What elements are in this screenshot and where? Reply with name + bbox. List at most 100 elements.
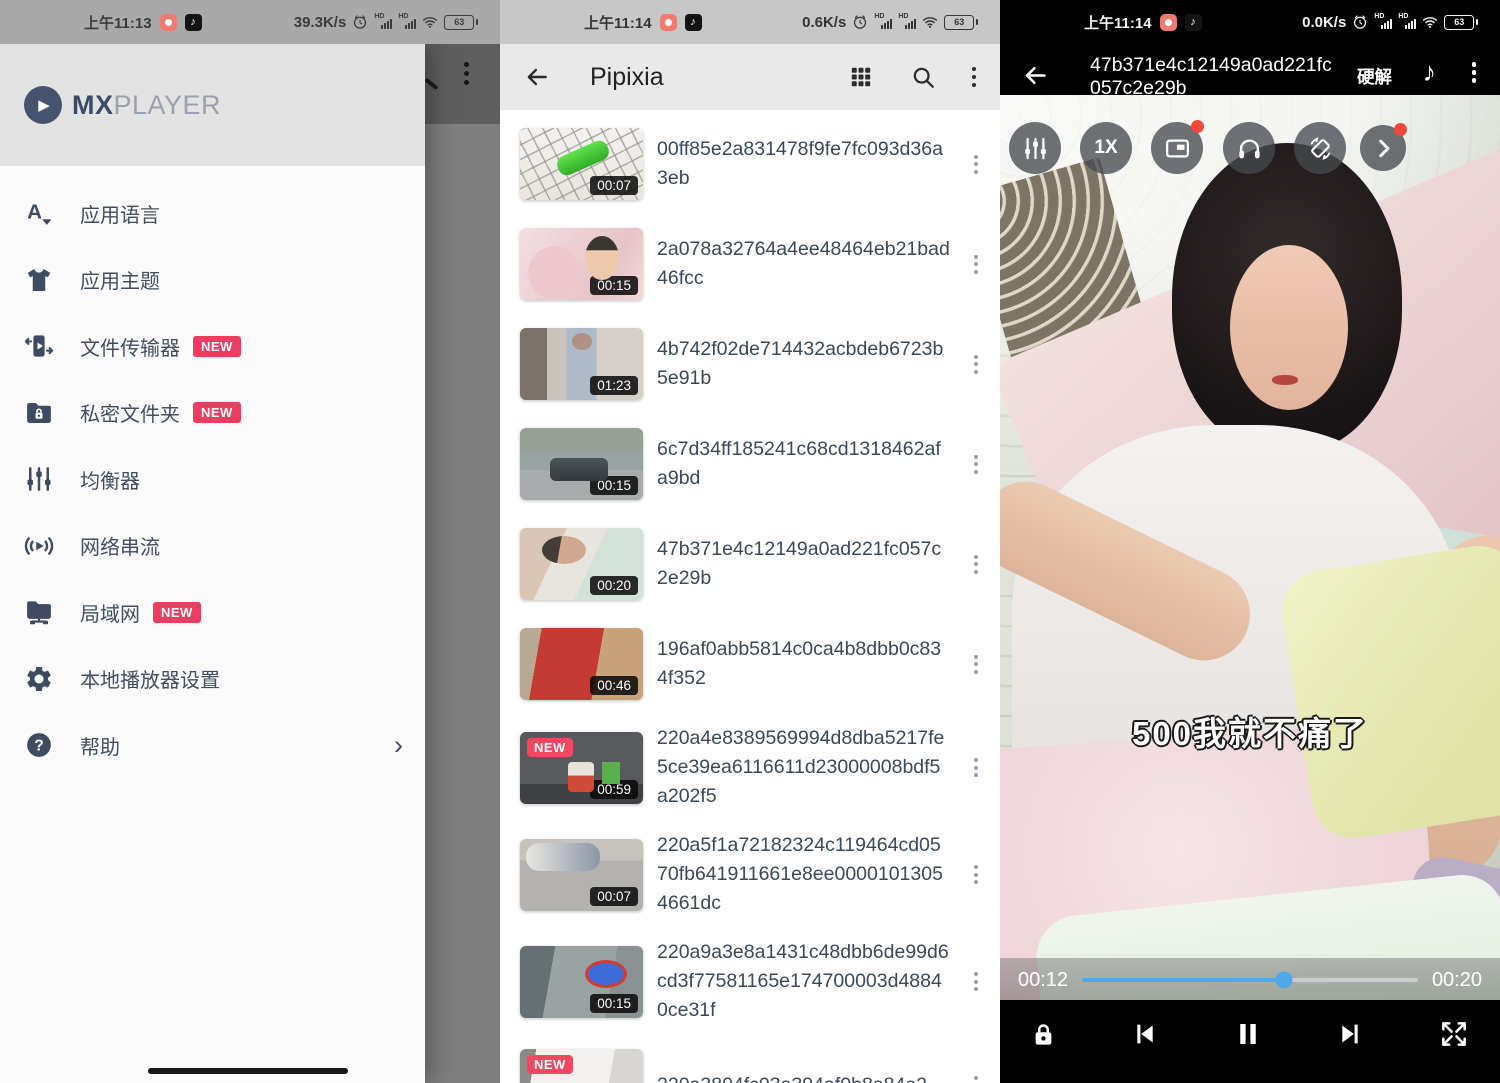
video-thumbnail: 00:07 bbox=[520, 128, 643, 200]
item-overflow-button[interactable] bbox=[974, 1076, 978, 1083]
video-list-item[interactable]: 00:15 6c7d34ff185241c68cd1318462afa9bd bbox=[500, 414, 1000, 514]
audio-track-button[interactable]: ♪ bbox=[1423, 56, 1437, 88]
hw-decode-button[interactable]: 硬解 bbox=[1357, 64, 1392, 89]
rotate-screen-button[interactable] bbox=[1294, 122, 1346, 174]
video-subtitle: 500我就不痛了 bbox=[1000, 707, 1500, 755]
status-bar: 上午11:13 ♪ 39.3K/s HD HD 63 bbox=[0, 0, 500, 44]
equalizer-icon bbox=[24, 464, 54, 494]
duration-badge: 00:15 bbox=[590, 276, 638, 295]
overflow-menu-button[interactable] bbox=[1472, 62, 1477, 83]
video-filename: 6c7d34ff185241c68cd1318462afa9bd bbox=[657, 435, 951, 493]
home-indicator[interactable] bbox=[148, 1068, 348, 1074]
drawer-items: A 应用语言 应用主题 文件传输器 NEW 私密文件夹 NEW 均衡器 网络串流… bbox=[0, 166, 425, 779]
overflow-menu-icon-dimmed bbox=[464, 62, 469, 85]
video-list-item[interactable]: 00:15 220a9a3e8a1431c48dbb6de99d6cd3f775… bbox=[500, 928, 1000, 1035]
duration-badge: 00:59 bbox=[590, 780, 638, 799]
video-list-item[interactable]: 01:23 4b742f02de714432acbdeb6723b5e91b bbox=[500, 314, 1000, 414]
screen-record-icon bbox=[1160, 14, 1177, 31]
video-thumbnail: 00:15 bbox=[520, 428, 643, 500]
alarm-icon bbox=[1352, 14, 1368, 30]
video-filename: 220a4e8389569994d8dba5217fe5ce39ea611661… bbox=[657, 724, 951, 811]
item-overflow-button[interactable] bbox=[974, 865, 978, 884]
signal-icon: HD bbox=[1374, 14, 1392, 30]
overflow-menu-button[interactable] bbox=[972, 67, 977, 88]
new-badge: NEW bbox=[193, 402, 241, 423]
playback-speed-button[interactable]: 1X bbox=[1080, 122, 1132, 174]
playing-title: 47b371e4c12149a0ad221fc057c2e29b bbox=[1090, 54, 1342, 100]
video-list-item[interactable]: 00:46 196af0abb5814c0ca4b8dbb0c834f352 bbox=[500, 614, 1000, 714]
drawer-item[interactable]: 私密文件夹 NEW bbox=[0, 380, 425, 447]
video-thumbnail: 00:07 bbox=[520, 839, 643, 911]
duration-badge: 01:23 bbox=[590, 376, 638, 395]
item-overflow-button[interactable] bbox=[974, 555, 978, 574]
screen-drawer: 上午11:13 ♪ 39.3K/s HD HD 63 ▶ MXPLAYER A … bbox=[0, 0, 500, 1083]
video-filename: 196af0abb5814c0ca4b8dbb0c834f352 bbox=[657, 635, 951, 693]
video-list-item[interactable]: 00:20 47b371e4c12149a0ad221fc057c2e29b bbox=[500, 514, 1000, 614]
video-list-item[interactable]: NEW 00:59 220a4e8389569994d8dba5217fe5ce… bbox=[500, 714, 1000, 821]
pip-button[interactable] bbox=[1151, 122, 1203, 174]
item-overflow-button[interactable] bbox=[974, 972, 978, 991]
pause-button[interactable] bbox=[1232, 1018, 1264, 1050]
video-filename: 4b742f02de714432acbdeb6723b5e91b bbox=[657, 335, 951, 393]
drawer-item[interactable]: 均衡器 bbox=[0, 446, 425, 513]
fullscreen-button[interactable] bbox=[1438, 1018, 1470, 1050]
video-list-item[interactable]: 00:07 220a5f1a72182324c119464cd0570fb641… bbox=[500, 821, 1000, 928]
video-thumbnail: NEW bbox=[520, 1049, 643, 1083]
item-overflow-button[interactable] bbox=[974, 655, 978, 674]
clock-text: 上午11:13 bbox=[84, 12, 152, 33]
alarm-icon bbox=[352, 14, 368, 30]
grid-view-button[interactable] bbox=[848, 64, 874, 90]
battery-icon: 63 bbox=[944, 15, 978, 30]
search-button[interactable] bbox=[910, 64, 936, 90]
previous-button[interactable] bbox=[1128, 1018, 1160, 1050]
seek-bar-knob[interactable] bbox=[1275, 972, 1292, 989]
next-button[interactable] bbox=[1335, 1018, 1367, 1050]
drawer-item[interactable]: ? 帮助 › bbox=[0, 712, 425, 779]
signal-icon: HD bbox=[398, 14, 416, 30]
drawer-item[interactable]: 文件传输器 NEW bbox=[0, 313, 425, 380]
video-filename: 220a5f1a72182324c119464cd0570fb641911661… bbox=[657, 831, 951, 918]
signal-icon: HD bbox=[898, 14, 916, 30]
svg-text:A: A bbox=[27, 201, 42, 224]
duration-badge: 00:15 bbox=[590, 994, 638, 1013]
video-list-item[interactable]: 00:15 2a078a32764a4ee48464eb21bad46fcc bbox=[500, 214, 1000, 314]
item-overflow-button[interactable] bbox=[974, 255, 978, 274]
mx-player-logo: ▶ bbox=[24, 86, 62, 124]
headphones-button[interactable] bbox=[1223, 122, 1275, 174]
item-overflow-button[interactable] bbox=[974, 355, 978, 374]
video-list-item[interactable]: NEW 220a3804fc03a394af0b8a84e2 bbox=[500, 1035, 1000, 1083]
equalizer-button[interactable] bbox=[1009, 122, 1061, 174]
lan-icon bbox=[24, 597, 54, 627]
drawer-item[interactable]: 本地播放器设置 bbox=[0, 646, 425, 713]
item-overflow-button[interactable] bbox=[974, 455, 978, 474]
video-thumbnail: NEW 00:59 bbox=[520, 732, 643, 804]
lock-button[interactable] bbox=[1030, 1021, 1057, 1048]
video-thumbnail: 00:15 bbox=[520, 228, 643, 300]
drawer-header: ▶ MXPLAYER bbox=[0, 44, 425, 166]
drawer-item[interactable]: 网络串流 bbox=[0, 513, 425, 580]
back-button[interactable] bbox=[1022, 62, 1049, 89]
video-list-item[interactable]: 00:07 00ff85e2a831478f9fe7fc093d36a3eb bbox=[500, 114, 1000, 214]
new-badge: NEW bbox=[153, 602, 201, 623]
drawer-item[interactable]: A 应用语言 bbox=[0, 180, 425, 247]
more-controls-button[interactable] bbox=[1360, 125, 1406, 171]
video-frame[interactable]: 500我就不痛了 bbox=[1000, 95, 1500, 1000]
item-overflow-button[interactable] bbox=[974, 155, 978, 174]
chevron-right-icon: › bbox=[394, 732, 403, 759]
item-overflow-button[interactable] bbox=[974, 758, 978, 777]
new-badge: NEW bbox=[527, 1055, 573, 1074]
theme-icon bbox=[24, 265, 54, 295]
screenshot-canvas: 上午11:13 ♪ 39.3K/s HD HD 63 ▶ MXPLAYER A … bbox=[0, 0, 1500, 1083]
drawer-item[interactable]: 局域网 NEW bbox=[0, 579, 425, 646]
screen-player: 500我就不痛了 47b371e4c12149a0ad221fc057c2e29… bbox=[1000, 0, 1500, 1083]
video-person-lips bbox=[1272, 375, 1298, 385]
clock-text: 上午11:14 bbox=[584, 12, 652, 33]
drawer-item[interactable]: 应用主题 bbox=[0, 247, 425, 314]
video-filename: 47b371e4c12149a0ad221fc057c2e29b bbox=[657, 535, 951, 593]
help-icon: ? bbox=[24, 730, 54, 760]
private-folder-icon bbox=[24, 398, 54, 428]
player-title-bar: 47b371e4c12149a0ad221fc057c2e29b 硬解 ♪ bbox=[1000, 44, 1500, 102]
seek-bar[interactable] bbox=[1082, 978, 1418, 982]
back-button[interactable] bbox=[524, 64, 550, 90]
progress-row: 00:12 00:20 bbox=[1000, 958, 1500, 1002]
